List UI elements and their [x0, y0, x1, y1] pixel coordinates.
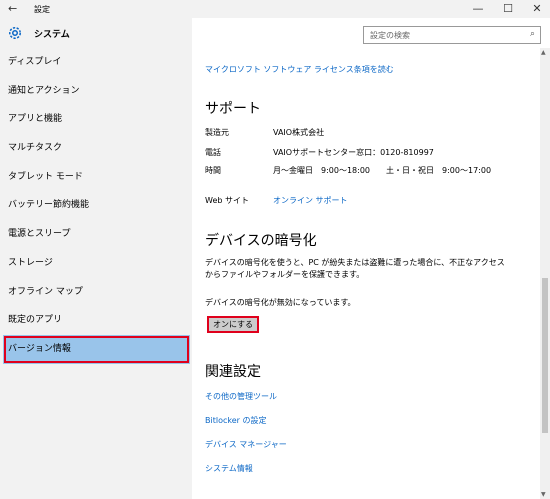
support-key: 時間 [205, 166, 221, 175]
support-key: 電話 [205, 148, 221, 157]
sidebar-item-about[interactable]: バージョン情報 [3, 334, 190, 364]
support-row-manufacturer: 製造元 VAIO株式会社 [205, 127, 505, 139]
sidebar-title: システム [34, 30, 70, 40]
window-title: 設定 [34, 5, 50, 14]
back-arrow-icon[interactable]: ← [8, 2, 17, 15]
search-input[interactable]: 設定の検索 ⌕ [363, 26, 541, 44]
sidebar-item-storage[interactable]: ストレージ [0, 249, 192, 278]
sidebar-item-display[interactable]: ディスプレイ [0, 48, 192, 77]
search-placeholder: 設定の検索 [370, 31, 410, 40]
scrollbar[interactable]: ▲ ▼ [540, 48, 550, 499]
maximize-icon[interactable]: ☐ [498, 2, 518, 15]
encryption-status: デバイスの暗号化が無効になっています。 [205, 298, 356, 307]
support-row-website: Web サイト オンライン サポート [205, 195, 505, 207]
bitlocker-settings-link[interactable]: Bitlocker の設定 [205, 415, 266, 426]
search-icon[interactable]: ⌕ [530, 29, 535, 39]
support-value: VAIO株式会社 [273, 128, 325, 137]
support-row-phone: 電話 VAIOサポートセンター窓口：0120-810997 [205, 147, 505, 159]
support-key: Web サイト [205, 196, 249, 205]
sidebar-item-multitasking[interactable]: マルチタスク [0, 134, 192, 163]
scroll-down-icon[interactable]: ▼ [541, 491, 546, 498]
scrollbar-thumb[interactable] [542, 278, 548, 433]
sidebar-item-apps[interactable]: アプリと機能 [0, 105, 192, 134]
sidebar-nav: ディスプレイ 通知とアクション アプリと機能 マルチタスク タブレット モード … [0, 48, 192, 364]
encryption-description: デバイスの暗号化を使うと、PC が紛失または盗難に遭った場合に、不正なアクセスか… [205, 258, 505, 279]
support-value: VAIOサポートセンター窓口：0120-810997 [273, 148, 434, 157]
online-support-link[interactable]: オンライン サポート [273, 195, 493, 207]
turn-on-button[interactable]: オンにする [207, 316, 259, 333]
support-row-hours: 時間 月～金曜日 9:00～18:00 土・日・祝日 9:00～17:00 [205, 165, 505, 189]
support-heading: サポート [205, 101, 261, 117]
sidebar-item-power-sleep[interactable]: 電源とスリープ [0, 220, 192, 249]
sidebar-item-notifications[interactable]: 通知とアクション [0, 77, 192, 106]
sidebar-item-tablet-mode[interactable]: タブレット モード [0, 163, 192, 192]
support-key: 製造元 [205, 128, 229, 137]
minimize-icon[interactable]: — [468, 2, 488, 15]
admin-tools-link[interactable]: その他の管理ツール [205, 391, 277, 402]
gear-icon [9, 27, 21, 39]
related-settings-heading: 関連設定 [205, 364, 261, 380]
sidebar-item-battery-saver[interactable]: バッテリー節約機能 [0, 191, 192, 220]
encryption-heading: デバイスの暗号化 [205, 233, 317, 249]
sidebar-item-offline-maps[interactable]: オフライン マップ [0, 278, 192, 307]
scroll-up-icon[interactable]: ▲ [541, 49, 546, 56]
device-manager-link[interactable]: デバイス マネージャー [205, 439, 287, 450]
close-icon[interactable]: ✕ [527, 2, 547, 15]
sidebar: システム ディスプレイ 通知とアクション アプリと機能 マルチタスク タブレット… [0, 18, 192, 499]
license-terms-link[interactable]: マイクロソフト ソフトウェア ライセンス条項を読む [205, 64, 394, 75]
sidebar-header[interactable]: システム [0, 18, 192, 48]
system-info-link[interactable]: システム情報 [205, 463, 253, 474]
support-value: 月～金曜日 9:00～18:00 土・日・祝日 9:00～17:00 [273, 166, 492, 175]
title-bar: ← 設定 — ☐ ✕ [0, 0, 550, 18]
sidebar-item-default-apps[interactable]: 既定のアプリ [0, 306, 192, 335]
